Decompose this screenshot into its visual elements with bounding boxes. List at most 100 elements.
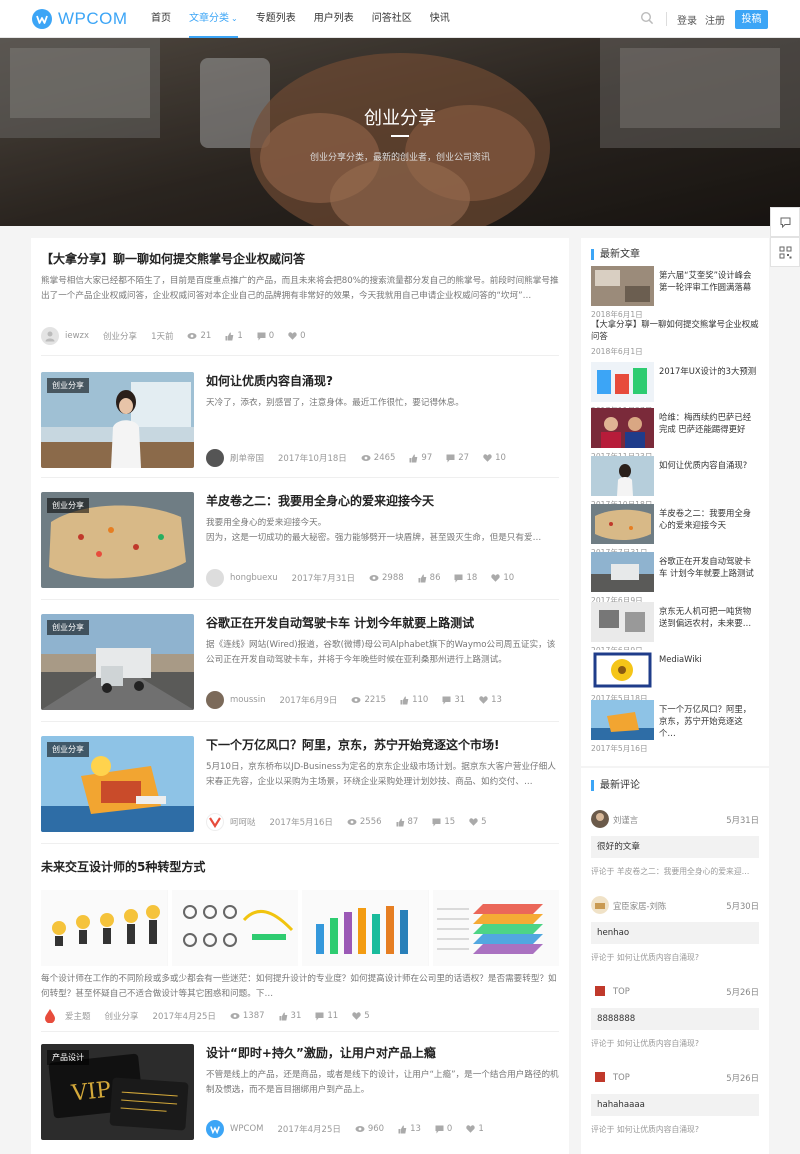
favorites-count[interactable]: 10 (483, 453, 506, 463)
latest-post-thumbnail[interactable] (591, 504, 654, 544)
likes-count[interactable]: 86 (418, 573, 440, 583)
latest-post-thumbnail[interactable] (591, 362, 654, 402)
latest-post-title[interactable]: 2017年UX设计的3大预测 (659, 365, 759, 377)
likes-count[interactable]: 87 (396, 817, 418, 827)
commenter-name[interactable]: 刘谨言 (613, 814, 638, 826)
nav-item-users[interactable]: 用户列表 (305, 0, 363, 38)
latest-post-item[interactable]: 京东无人机可把一吨货物送到偏远农村，未来要…2017年6月9日 (591, 602, 759, 655)
latest-post-thumbnail[interactable] (591, 456, 654, 496)
avatar[interactable] (41, 327, 59, 345)
avatar[interactable] (591, 896, 609, 914)
latest-post-thumbnail[interactable] (591, 700, 654, 740)
article-thumbnail[interactable]: 创业分享 (41, 492, 194, 588)
author-name[interactable]: iewzx (65, 331, 89, 341)
author-name[interactable]: 爱主题 (65, 1010, 91, 1022)
gallery-image[interactable] (41, 890, 168, 966)
avatar[interactable] (206, 1120, 224, 1138)
article-thumbnail[interactable]: VIP 产品设计 (41, 1044, 194, 1140)
site-logo[interactable]: WPCOM (32, 9, 128, 29)
comments-count[interactable]: 18 (454, 573, 477, 583)
latest-post-item[interactable]: 羊皮卷之二：我要用全身心的爱来迎接今天2017年7月31日 (591, 504, 759, 557)
author-name[interactable]: 刷单帝国 (230, 452, 264, 464)
likes-count[interactable]: 110 (400, 695, 428, 705)
search-icon[interactable] (640, 11, 656, 27)
latest-post-title[interactable]: MediaWiki (659, 653, 759, 665)
avatar[interactable] (206, 691, 224, 709)
latest-post-item[interactable]: 哈维：梅西续约巴萨已经完成 巴萨还能踢得更好2017年11月23日 (591, 408, 759, 461)
comments-count[interactable]: 31 (442, 695, 465, 705)
article-title[interactable]: 谷歌正在开发自动驾驶卡车 计划今年就要上路测试 (206, 614, 474, 631)
latest-post-title[interactable]: 第六届“艾奎奖”设计峰会第一轮评审工作圆满落幕 (659, 269, 759, 293)
comment-reference[interactable]: 评论于 如何让优质内容自涌现? (591, 952, 759, 963)
comments-count[interactable]: 11 (315, 1011, 338, 1021)
latest-post-item[interactable]: 2017年UX设计的3大预测2017年11月27日 (591, 362, 759, 415)
latest-post-item[interactable]: 第六届“艾奎奖”设计峰会第一轮评审工作圆满落幕 2018年6月1日 (591, 266, 759, 319)
latest-post-item[interactable]: 谷歌正在开发自动驾驶卡车 计划今年就要上路测试 2017年6月9日 (591, 552, 759, 605)
favorites-count[interactable]: 10 (491, 573, 514, 583)
latest-post-title[interactable]: 如何让优质内容自涌现? (659, 459, 759, 471)
favorites-count[interactable]: 13 (479, 695, 502, 705)
login-link[interactable]: 登录 (677, 12, 697, 27)
article-title[interactable]: 如何让优质内容自涌现? (206, 372, 333, 389)
likes-count[interactable]: 31 (279, 1011, 301, 1021)
article-title[interactable]: 下一个万亿风口？阿里，京东，苏宁开始竞逐这个市场! (206, 736, 499, 753)
commenter-name[interactable]: 宜臣家居-刘陈 (613, 900, 666, 912)
comments-count[interactable]: 0 (435, 1124, 452, 1134)
nav-item-categories[interactable]: 文章分类 ⌄ (180, 0, 247, 38)
article-category[interactable]: 创业分享 (103, 330, 137, 342)
latest-post-title[interactable]: 下一个万亿风口？阿里，京东，苏宁开始竞逐这个… (659, 703, 759, 739)
latest-post-item[interactable]: 下一个万亿风口？阿里，京东，苏宁开始竞逐这个… 2017年5月16日 (591, 700, 759, 753)
author-name[interactable]: WPCOM (230, 1124, 264, 1134)
favorites-count[interactable]: 1 (466, 1124, 484, 1134)
feedback-button[interactable] (770, 207, 800, 237)
article-title[interactable]: 【大拿分享】聊一聊如何提交熊掌号企业权威问答 (41, 250, 305, 267)
author-name[interactable]: moussin (230, 695, 265, 705)
latest-post-title[interactable]: 羊皮卷之二：我要用全身心的爱来迎接今天 (659, 507, 759, 531)
qrcode-button[interactable] (770, 237, 800, 267)
avatar[interactable] (591, 1068, 609, 1086)
article-thumbnail[interactable]: 创业分享 (41, 614, 194, 710)
latest-post-item[interactable]: 如何让优质内容自涌现?2017年10月18日 (591, 456, 759, 509)
nav-item-home[interactable]: 首页 (142, 0, 180, 38)
latest-post-thumbnail[interactable] (591, 650, 654, 690)
gallery-image[interactable] (302, 890, 429, 966)
article-title[interactable]: 未来交互设计师的5种转型方式 (41, 858, 205, 875)
latest-post-title[interactable]: 谷歌正在开发自动驾驶卡车 计划今年就要上路测试 (659, 555, 759, 579)
comment-reference[interactable]: 评论于 如何让优质内容自涌现? (591, 1038, 759, 1049)
avatar[interactable] (41, 1007, 59, 1025)
avatar[interactable] (591, 982, 609, 1000)
latest-post-item[interactable]: 【大拿分享】聊一聊如何提交熊掌号企业权威问答 2018年6月1日 (591, 316, 759, 360)
article-thumbnail[interactable]: 创业分享 (41, 736, 194, 832)
likes-count[interactable]: 1 (225, 331, 243, 341)
category-tag[interactable]: 创业分享 (47, 742, 89, 757)
latest-post-thumbnail[interactable] (591, 602, 654, 642)
comments-count[interactable]: 27 (446, 453, 469, 463)
latest-post-item[interactable]: MediaWiki 2017年5月18日 (591, 650, 759, 703)
favorites-count[interactable]: 0 (288, 331, 306, 341)
avatar[interactable] (206, 813, 224, 831)
avatar[interactable] (206, 449, 224, 467)
commenter-name[interactable]: TOP (613, 986, 630, 996)
favorites-count[interactable]: 5 (469, 817, 487, 827)
favorites-count[interactable]: 5 (352, 1011, 370, 1021)
article-title[interactable]: 设计“即时+持久”激励，让用户对产品上瘾 (206, 1044, 436, 1061)
avatar[interactable] (206, 569, 224, 587)
register-link[interactable]: 注册 (705, 12, 725, 27)
latest-post-thumbnail[interactable] (591, 408, 654, 448)
likes-count[interactable]: 97 (409, 453, 432, 463)
article-category[interactable]: 创业分享 (105, 1010, 139, 1022)
nav-item-qa[interactable]: 问答社区 (363, 0, 421, 38)
commenter-name[interactable]: TOP (613, 1072, 630, 1082)
comment-reference[interactable]: 评论于 羊皮卷之二：我要用全身心的爱来迎… (591, 866, 759, 877)
article-title[interactable]: 羊皮卷之二：我要用全身心的爱来迎接今天 (206, 492, 434, 509)
category-tag[interactable]: 创业分享 (47, 498, 89, 513)
latest-post-thumbnail[interactable] (591, 266, 654, 306)
article-gallery[interactable] (41, 890, 559, 966)
comments-count[interactable]: 0 (257, 331, 274, 341)
author-name[interactable]: hongbuexu (230, 573, 278, 583)
comments-count[interactable]: 15 (432, 817, 455, 827)
author-name[interactable]: 呵呵哒 (230, 816, 256, 828)
latest-post-title[interactable]: 【大拿分享】聊一聊如何提交熊掌号企业权威问答 (591, 318, 759, 342)
nav-item-news[interactable]: 快讯 (421, 0, 459, 38)
category-tag[interactable]: 产品设计 (47, 1050, 89, 1065)
